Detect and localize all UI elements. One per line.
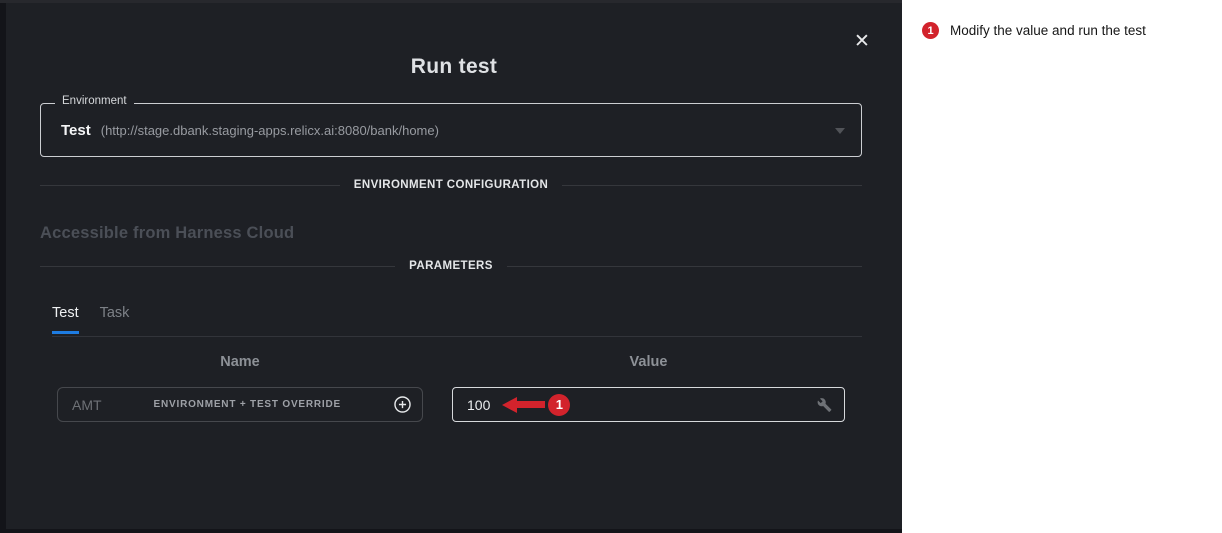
tab-task[interactable]: Task [100, 301, 130, 333]
parameter-value-field[interactable]: 100 1 [452, 387, 845, 422]
column-header-name: Name [57, 354, 423, 370]
environment-selected-url: (http://stage.dbank.staging-apps.relicx.… [101, 123, 439, 138]
divider-line [507, 266, 862, 267]
chevron-down-icon [835, 128, 845, 134]
column-header-value: Value [452, 354, 845, 370]
override-badge: ENVIRONMENT + TEST OVERRIDE [102, 399, 393, 410]
tab-test[interactable]: Test [52, 301, 79, 333]
instruction-step: 1 Modify the value and run the test [902, 0, 1222, 40]
close-icon[interactable]: ✕ [850, 30, 874, 54]
parameters-heading: PARAMETERS [395, 260, 507, 272]
step-number-badge: 1 [922, 22, 939, 39]
annotation-arrow-icon [502, 397, 545, 413]
environment-label: Environment [55, 95, 134, 107]
environment-configuration-heading: ENVIRONMENT CONFIGURATION [340, 179, 562, 191]
screen: ✕ Run test Environment Test (http://stag… [0, 0, 1222, 533]
instructions-panel: 1 Modify the value and run the test [902, 0, 1222, 533]
environment-select[interactable]: Environment Test (http://stage.dbank.sta… [40, 103, 862, 157]
environment-configuration-divider: ENVIRONMENT CONFIGURATION [40, 177, 862, 193]
environment-selected-name: Test [61, 122, 91, 139]
step-text: Modify the value and run the test [950, 21, 1146, 40]
parameters-divider: PARAMETERS [40, 258, 862, 274]
parameter-name: AMT [72, 397, 102, 413]
parameter-value: 100 [467, 397, 490, 413]
add-parameter-icon[interactable] [393, 395, 412, 414]
wrench-icon[interactable] [817, 397, 832, 412]
parameter-tabs: Test Task [52, 301, 862, 337]
access-note: Accessible from Harness Cloud [40, 224, 294, 243]
divider-line [562, 185, 862, 186]
run-test-dialog: ✕ Run test Environment Test (http://stag… [6, 3, 902, 529]
divider-line [40, 185, 340, 186]
divider-line [40, 266, 395, 267]
parameter-name-field[interactable]: AMT ENVIRONMENT + TEST OVERRIDE [57, 387, 423, 422]
annotation-step-badge: 1 [548, 394, 570, 416]
dialog-title: Run test [6, 55, 902, 79]
